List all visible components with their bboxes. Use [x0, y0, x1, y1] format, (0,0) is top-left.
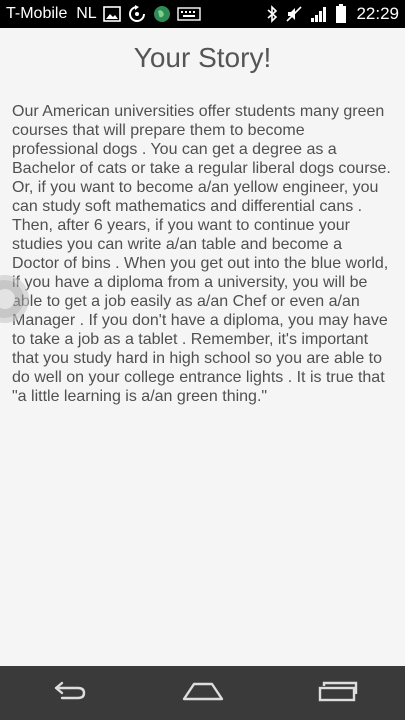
carrier-name: T-Mobile NL — [6, 5, 97, 22]
keyboard-icon — [177, 7, 201, 21]
status-bar: T-Mobile NL 22:29 — [0, 0, 405, 28]
globe-icon — [153, 5, 171, 23]
recent-apps-icon — [317, 680, 359, 707]
home-button[interactable] — [173, 673, 233, 713]
home-icon — [181, 680, 225, 707]
signal-icon — [310, 5, 328, 23]
image-icon — [102, 6, 121, 22]
sync-icon — [127, 5, 147, 23]
mute-icon — [285, 5, 303, 23]
back-button[interactable] — [38, 673, 98, 713]
back-icon — [48, 680, 88, 707]
recent-apps-button[interactable] — [308, 673, 368, 713]
navigation-bar — [0, 666, 405, 720]
battery-icon — [335, 4, 347, 24]
page-title: Your Story! — [133, 42, 272, 73]
clock: 22:29 — [356, 4, 399, 23]
story-screen: Your Story! Our American universities of… — [0, 28, 405, 666]
bluetooth-icon — [266, 5, 278, 23]
story-text: Our American universities offer students… — [12, 103, 391, 405]
